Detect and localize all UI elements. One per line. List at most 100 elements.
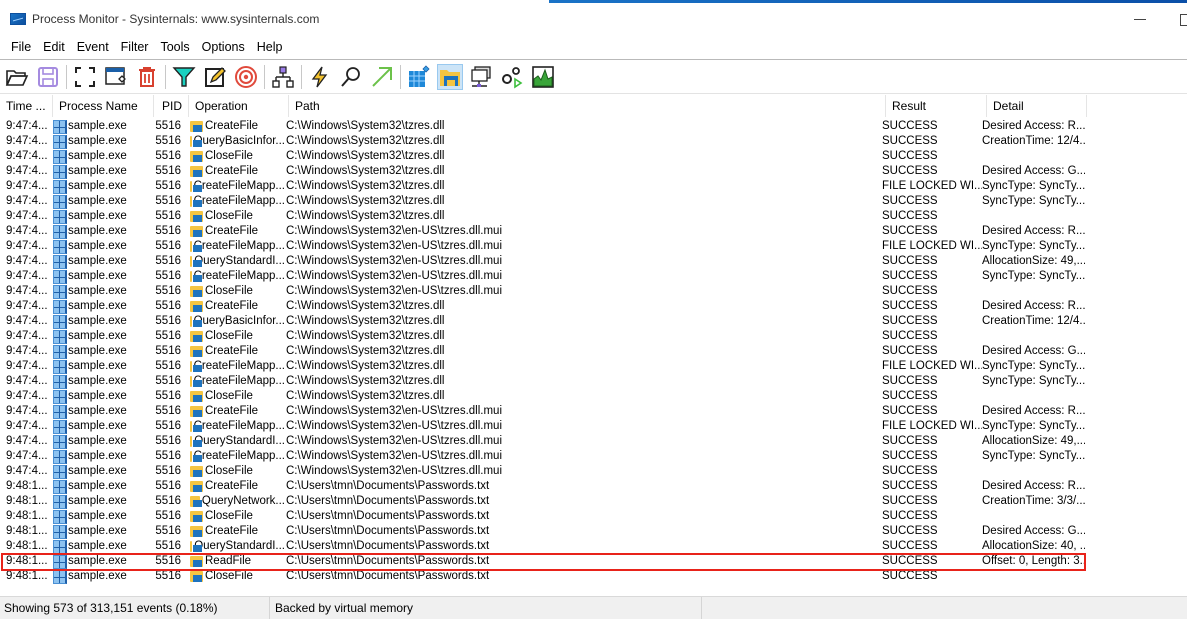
- show-registry-button[interactable]: [406, 64, 432, 90]
- jump-to-button[interactable]: [369, 64, 395, 90]
- process-name: sample.exe: [68, 240, 127, 252]
- cell-time: 9:47:4...: [6, 210, 48, 222]
- cell-path: C:\Windows\System32\en-US\tzres.dll.mui: [286, 270, 503, 282]
- table-row[interactable]: 9:47:4... sample.exe 5516 CreateFileMapp...…: [0, 269, 1085, 284]
- column-header-process-name[interactable]: Process Name: [53, 95, 154, 117]
- cell-path: C:\Windows\System32\tzres.dll: [286, 300, 445, 312]
- show-profiling-button[interactable]: [530, 64, 556, 90]
- table-row[interactable]: 9:47:4... sample.exe 5516 CloseFile C:\Windo…: [0, 464, 1085, 479]
- cell-process: sample.exe: [53, 314, 153, 329]
- process-icon: [53, 419, 67, 434]
- table-row[interactable]: 9:47:4... sample.exe 5516 QueryBasicInfor..…: [0, 134, 1085, 149]
- table-row[interactable]: 9:47:4... sample.exe 5516 QueryStandardI...…: [0, 434, 1085, 449]
- table-row-highlighted[interactable]: 9:48:1... sample.exe 5516 ReadFile C:\Users\…: [0, 554, 1085, 569]
- highlight-button[interactable]: [202, 64, 228, 90]
- cell-time: 9:47:4...: [6, 405, 48, 417]
- table-row[interactable]: 9:47:4... sample.exe 5516 CreateFile C:\Wind…: [0, 164, 1085, 179]
- cell-pid: 5516: [155, 480, 181, 492]
- capture-icon: [105, 66, 126, 85]
- filesystem-event-icon: [190, 181, 200, 192]
- table-row[interactable]: 9:47:4... sample.exe 5516 CreateFile C:\Wind…: [0, 224, 1085, 239]
- table-row[interactable]: 9:47:4... sample.exe 5516 CreateFileMapp...…: [0, 419, 1085, 434]
- cell-detail: SyncType: SyncTy...: [982, 180, 1085, 192]
- cell-detail: Desired Access: G...: [982, 525, 1085, 537]
- column-header-result[interactable]: Result: [886, 95, 987, 117]
- table-row[interactable]: 9:47:4... sample.exe 5516 CreateFileMapp...…: [0, 179, 1085, 194]
- clear-button[interactable]: [134, 64, 160, 90]
- cell-result: FILE LOCKED WI...: [882, 240, 982, 252]
- table-row[interactable]: 9:47:4... sample.exe 5516 QueryBasicInfor..…: [0, 314, 1085, 329]
- table-row[interactable]: 9:48:1... sample.exe 5516 CloseFile C:\Users…: [0, 569, 1085, 584]
- cell-time: 9:47:4...: [6, 465, 48, 477]
- table-row[interactable]: 9:47:4... sample.exe 5516 QueryStandardI...…: [0, 254, 1085, 269]
- table-row[interactable]: 9:47:4... sample.exe 5516 CreateFile C:\Wind…: [0, 119, 1085, 134]
- table-row[interactable]: 9:47:4... sample.exe 5516 CreateFileMapp...…: [0, 449, 1085, 464]
- column-header-path[interactable]: Path: [289, 95, 886, 117]
- include-process-button[interactable]: [233, 64, 259, 90]
- table-row[interactable]: 9:47:4... sample.exe 5516 CloseFile C:\Windo…: [0, 284, 1085, 299]
- cell-operation: CloseFile: [187, 149, 285, 164]
- table-row[interactable]: 9:48:1... sample.exe 5516 QueryStandardI...…: [0, 539, 1085, 554]
- column-header-operation[interactable]: Operation: [189, 95, 289, 117]
- autoscroll-button[interactable]: [72, 64, 98, 90]
- cell-path: C:\Windows\System32\en-US\tzres.dll.mui: [286, 285, 503, 297]
- column-header-detail[interactable]: Detail: [987, 95, 1087, 117]
- show-network-button[interactable]: [468, 64, 494, 90]
- find-button[interactable]: [338, 64, 364, 90]
- operation-name: CloseFile: [205, 465, 253, 477]
- cell-time: 9:47:4...: [6, 300, 48, 312]
- table-row[interactable]: 9:48:1... sample.exe 5516 CloseFile C:\Users…: [0, 509, 1085, 524]
- cell-pid: 5516: [155, 330, 181, 342]
- minimize-button[interactable]: [1133, 11, 1147, 25]
- table-row[interactable]: 9:47:4... sample.exe 5516 CreateFileMapp...…: [0, 374, 1085, 389]
- cell-pid: 5516: [155, 195, 181, 207]
- process-name: sample.exe: [68, 285, 127, 297]
- event-properties-button[interactable]: [307, 64, 333, 90]
- cell-result: SUCCESS: [882, 255, 938, 267]
- table-row[interactable]: 9:47:4... sample.exe 5516 CreateFileMapp...…: [0, 239, 1085, 254]
- column-header-pid[interactable]: PID: [154, 95, 189, 117]
- open-button[interactable]: [4, 64, 30, 90]
- table-row[interactable]: 9:48:1... sample.exe 5516 QueryNetwork... C:…: [0, 494, 1085, 509]
- cell-process: sample.exe: [53, 569, 153, 584]
- cell-result: SUCCESS: [882, 570, 938, 582]
- process-tree-button[interactable]: [270, 64, 296, 90]
- table-row[interactable]: 9:47:4... sample.exe 5516 CloseFile C:\Windo…: [0, 389, 1085, 404]
- table-row[interactable]: 9:47:4... sample.exe 5516 CloseFile C:\Windo…: [0, 329, 1085, 344]
- cell-detail: SyncType: SyncTy...: [982, 195, 1085, 207]
- cell-result: SUCCESS: [882, 510, 938, 522]
- process-icon: [53, 479, 67, 494]
- table-row[interactable]: 9:47:4... sample.exe 5516 CreateFile C:\Wind…: [0, 404, 1085, 419]
- event-list[interactable]: Time ... Process Name PID Operation Path…: [0, 95, 1187, 596]
- table-row[interactable]: 9:48:1... sample.exe 5516 CreateFile C:\User…: [0, 479, 1085, 494]
- cell-path: C:\Windows\System32\tzres.dll: [286, 150, 445, 162]
- show-filesystem-button[interactable]: [437, 63, 463, 90]
- table-row[interactable]: 9:47:4... sample.exe 5516 CreateFile C:\Wind…: [0, 344, 1085, 359]
- save-button[interactable]: [35, 64, 61, 90]
- table-row[interactable]: 9:47:4... sample.exe 5516 CreateFile C:\Wind…: [0, 299, 1085, 314]
- operation-name: CreateFileMapp...: [193, 420, 285, 432]
- table-row[interactable]: 9:47:4... sample.exe 5516 CloseFile C:\Windo…: [0, 149, 1085, 164]
- table-row[interactable]: 9:48:1... sample.exe 5516 CreateFile C:\User…: [0, 524, 1085, 539]
- filter-button[interactable]: [171, 64, 197, 90]
- show-process-thread-button[interactable]: [499, 64, 525, 90]
- menu-options[interactable]: Options: [196, 40, 251, 54]
- capture-button[interactable]: [103, 64, 129, 90]
- menu-edit[interactable]: Edit: [37, 40, 71, 54]
- table-row[interactable]: 9:47:4... sample.exe 5516 CreateFileMapp...…: [0, 359, 1085, 374]
- menu-tools[interactable]: Tools: [154, 40, 195, 54]
- filesystem-event-icon: [190, 196, 200, 207]
- column-header-time[interactable]: Time ...: [0, 95, 53, 117]
- menu-event[interactable]: Event: [71, 40, 115, 54]
- filesystem-event-icon: [190, 526, 203, 537]
- table-row[interactable]: 9:47:4... sample.exe 5516 CreateFileMapp...…: [0, 194, 1085, 209]
- cell-operation: CreateFile: [187, 224, 285, 239]
- cell-result: SUCCESS: [882, 435, 938, 447]
- maximize-button[interactable]: [1178, 11, 1187, 26]
- filesystem-event-icon: [190, 286, 203, 297]
- menu-filter[interactable]: Filter: [115, 40, 155, 54]
- menu-help[interactable]: Help: [251, 40, 289, 54]
- toolbar: [0, 60, 1187, 94]
- table-row[interactable]: 9:47:4... sample.exe 5516 CloseFile C:\Windo…: [0, 209, 1085, 224]
- menu-file[interactable]: File: [5, 40, 37, 54]
